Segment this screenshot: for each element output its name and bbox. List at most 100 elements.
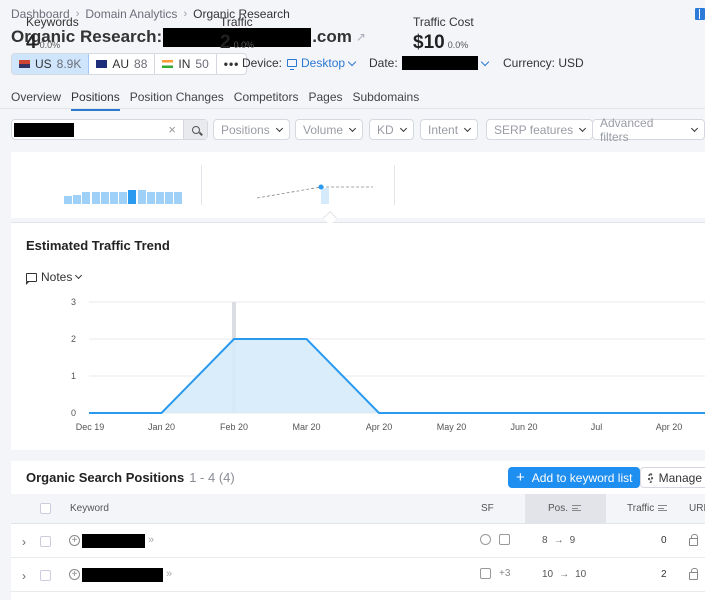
expand-row-icon[interactable]: › [22, 569, 26, 583]
au-flag-icon [96, 60, 108, 68]
serp-features [480, 534, 510, 545]
knowledge-panel-icon [480, 534, 491, 545]
kpi-change: 0.0% [447, 40, 469, 50]
sparkline-bar [174, 191, 183, 204]
positions-range: 1 - 4 (4) [189, 470, 235, 485]
column-keyword[interactable]: Keyword [70, 503, 109, 514]
table-row[interactable]: › + » +3 10 → 10 2 [11, 559, 705, 592]
notes-dropdown[interactable]: Notes [25, 270, 83, 285]
sort-icon [572, 505, 582, 512]
sort-icon [658, 505, 668, 512]
redacted-date [401, 56, 478, 70]
column-traffic[interactable]: Traffic [627, 503, 668, 514]
redacted-keyword [82, 534, 145, 548]
kpi-change: 0.0% [233, 40, 255, 50]
sparkline-bar [73, 195, 82, 204]
manage-columns-button[interactable]: Manage [640, 467, 705, 488]
book-icon[interactable] [695, 8, 705, 20]
filter-volume[interactable]: Volume [295, 119, 364, 140]
chevron-down-icon [480, 57, 489, 66]
device-selector: Device: Desktop [242, 56, 357, 70]
select-all-checkbox[interactable] [40, 503, 51, 514]
filter-positions[interactable]: Positions [213, 119, 290, 140]
sparkline-bar [91, 191, 100, 204]
more-serp-features[interactable]: +3 [499, 568, 510, 579]
title-suffix: .com [312, 27, 352, 46]
kpi-value: $10 [413, 32, 445, 53]
sparkline-line [256, 186, 373, 199]
device-dropdown[interactable]: Desktop [287, 56, 357, 70]
chevron-down-icon [399, 124, 407, 132]
search-button[interactable] [183, 120, 207, 139]
add-button-label: Add to keyword list [531, 470, 633, 485]
kpi-traffic-cost[interactable]: Traffic Cost $10 0.0% [413, 15, 474, 54]
add-keyword-icon[interactable]: + [69, 569, 80, 580]
chevron-right-icon: › [183, 8, 188, 20]
keywords-sparkline [64, 186, 184, 204]
expand-row-icon[interactable]: › [22, 535, 26, 549]
x-tick-label: Feb 20 [220, 422, 248, 432]
filter-kd[interactable]: KD [369, 119, 414, 140]
db-code: AU [112, 57, 130, 71]
add-to-keyword-list-button[interactable]: + Add to keyword list [508, 467, 641, 488]
db-code: US [35, 57, 52, 71]
device-value: Desktop [301, 56, 346, 70]
date-label: Date: [369, 56, 398, 70]
x-tick-label: Mar 20 [292, 422, 320, 432]
sparkline-bar [100, 191, 109, 204]
kpi-label: Traffic [220, 15, 253, 29]
y-tick-label: 0 [71, 408, 76, 418]
filter-label: Advanced filters [600, 115, 654, 144]
kpi-value: 2 [220, 32, 231, 53]
keyword-search-input[interactable]: × [11, 119, 208, 140]
kpi-traffic[interactable]: Traffic 2 0.0% [220, 15, 254, 54]
keyword-link-icon[interactable]: » [148, 534, 154, 546]
external-link-icon[interactable]: ↗ [356, 30, 366, 44]
row-traffic: 0 [661, 535, 667, 546]
serp-features: +3 [480, 568, 510, 579]
filter-label: Intent [428, 122, 459, 137]
arrow-right-icon: → [553, 535, 564, 546]
sparkline-bar [128, 189, 137, 204]
chevron-down-icon [579, 124, 587, 132]
row-checkbox[interactable] [40, 536, 51, 547]
kpi-keywords[interactable]: Keywords 4 0.0% [26, 15, 79, 54]
desktop-icon [287, 59, 298, 70]
chevron-down-icon [75, 271, 83, 280]
db-us-button[interactable]: US 8.9K [12, 54, 90, 74]
filter-label: SERP features [494, 122, 574, 137]
add-keyword-icon[interactable]: + [69, 535, 80, 546]
featured-snippet-icon [480, 568, 491, 579]
column-sf[interactable]: SF [481, 503, 494, 514]
kpi-change: 0.0% [39, 40, 61, 50]
traffic-trend-chart[interactable]: 0 1 2 3 Dec 19 Jan 20 Feb 20 Mar 20 Apr 20 May 20… [0, 290, 705, 440]
sparkline-bar [110, 191, 118, 204]
keyword-link-icon[interactable]: » [166, 568, 172, 580]
filter-serp-features[interactable]: SERP features [486, 119, 594, 140]
date-selector[interactable]: Date: [369, 56, 489, 70]
chevron-down-icon [463, 124, 472, 132]
x-tick-label: Jul [591, 422, 603, 432]
search-icon [191, 125, 200, 134]
clear-icon[interactable]: × [161, 122, 183, 137]
image-pack-icon [499, 534, 510, 545]
breadcrumb-domain-analytics[interactable]: Domain Analytics [85, 7, 177, 21]
column-label: Pos. [548, 503, 569, 514]
chevron-down-icon [347, 57, 357, 66]
db-in-button[interactable]: IN 50 [155, 54, 217, 74]
db-count: 88 [134, 57, 148, 71]
in-flag-icon [162, 60, 174, 68]
db-count: 8.9K [56, 57, 82, 71]
sparkline-bar [119, 191, 128, 204]
position-change: 8 → 9 [542, 535, 575, 546]
kpi-divider [201, 165, 202, 205]
database-selector: US 8.9K AU 88 IN 50 ••• [11, 53, 248, 75]
db-au-button[interactable]: AU 88 [89, 54, 156, 74]
column-url[interactable]: URL [689, 503, 705, 514]
currency-label: Currency: USD [503, 56, 584, 70]
table-row[interactable]: › + » 8 → 9 0 [11, 525, 705, 558]
filter-intent[interactable]: Intent [420, 119, 479, 140]
filter-advanced[interactable]: Advanced filters [592, 116, 705, 144]
row-checkbox[interactable] [40, 570, 51, 581]
column-position[interactable]: Pos. [548, 503, 582, 514]
